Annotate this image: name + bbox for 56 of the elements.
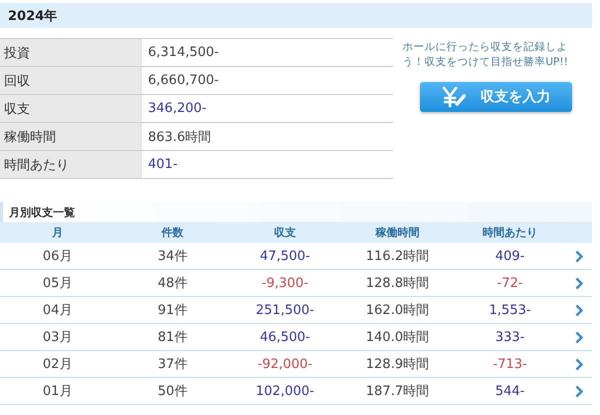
section-title: 月別収支一覧 <box>0 202 592 222</box>
chevron-right-icon[interactable] <box>574 276 582 290</box>
summary-value: 346,200- <box>147 100 208 118</box>
summary-value: 401- <box>147 156 179 174</box>
table-cell: 34件 <box>115 243 230 270</box>
summary-label: 収支 <box>0 95 142 122</box>
table-cell: 03月 <box>0 324 115 351</box>
table-cell: -92,000- <box>230 351 340 378</box>
table-cell: 47,500- <box>230 243 340 270</box>
summary-value: 863.6時間 <box>147 128 212 146</box>
table-cell: 116.2時間 <box>340 243 455 270</box>
yen-icon <box>440 86 466 108</box>
table-cell: 50件 <box>115 378 230 405</box>
column-header: 収支 <box>273 225 297 241</box>
table-cell: 02月 <box>0 351 115 378</box>
table-cell: 409- <box>455 243 565 270</box>
table-cell: 102,000- <box>230 378 340 405</box>
chevron-right-icon[interactable] <box>574 250 582 262</box>
summary-value: 6,314,500- <box>147 44 220 62</box>
summary-label: 時間あたり <box>0 151 142 178</box>
record-button[interactable]: 収支を入力 <box>420 82 572 112</box>
table-cell: 05月 <box>0 270 115 297</box>
table-cell: 81件 <box>115 324 230 351</box>
table-cell: -9,300- <box>230 270 340 297</box>
table-cell: 140.0時間 <box>340 324 455 351</box>
table-cell: 544- <box>455 378 565 405</box>
table-cell: 333- <box>455 324 565 351</box>
table-cell: 1,553- <box>455 297 565 324</box>
table-cell: 91件 <box>115 297 230 324</box>
column-header: 月 <box>51 225 64 241</box>
table-cell: 48件 <box>115 270 230 297</box>
summary-label: 稼働時間 <box>0 123 142 150</box>
table-cell: 04月 <box>0 297 115 324</box>
summary-label: 回収 <box>0 67 142 94</box>
chevron-right-icon[interactable] <box>574 384 582 398</box>
table-cell: 251,500- <box>230 297 340 324</box>
chevron-right-icon[interactable] <box>574 330 582 344</box>
table-cell: 46,500- <box>230 324 340 351</box>
column-header: 時間あたり <box>482 225 538 241</box>
table-cell: 01月 <box>0 378 115 405</box>
table-cell: -713- <box>455 351 565 378</box>
summary-label: 投資 <box>0 39 142 66</box>
chevron-right-icon[interactable] <box>574 358 582 370</box>
summary-value: 6,660,700- <box>147 72 220 90</box>
column-header: 件数 <box>160 225 184 241</box>
column-header: 稼働時間 <box>374 225 420 241</box>
table-cell: 128.9時間 <box>340 351 455 378</box>
table-cell: 187.7時間 <box>340 378 455 405</box>
table-cell: 06月 <box>0 243 115 270</box>
table-cell: -72- <box>455 270 565 297</box>
promo-message: ホールに行ったら収支を記録しよう！収支をつけて目指せ勝率UP!! <box>402 40 569 70</box>
table-cell: 128.8時間 <box>340 270 455 297</box>
chevron-right-icon[interactable] <box>574 304 582 316</box>
year-header: 2024年 <box>0 3 592 28</box>
table-cell: 162.0時間 <box>340 297 455 324</box>
table-cell: 37件 <box>115 351 230 378</box>
